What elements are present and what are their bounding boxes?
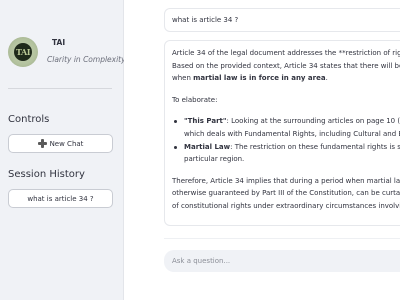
sidebar: TAI TAI Clarity in Complexity Controls N… <box>0 0 126 300</box>
list-item: "This Part": Looking at the surrounding … <box>172 115 400 128</box>
answer-line: Based on the provided context, Article 3… <box>172 61 400 70</box>
session-history-heading: Session History <box>8 169 85 180</box>
chat-divider <box>164 238 400 239</box>
brand: TAI TAI Clarity in Complexity <box>8 37 126 69</box>
new-chat-button[interactable]: New Chat <box>8 134 113 153</box>
list-item: Martial Law: The restriction on these fu… <box>172 141 400 154</box>
assistant-message: Article 34 of the legal document address… <box>164 40 400 226</box>
logo-mark: TAI <box>14 43 32 61</box>
brand-tagline: Clarity in Complexity <box>47 55 126 64</box>
plus-icon <box>37 139 47 148</box>
history-item[interactable]: what is article 34 ? <box>8 189 113 208</box>
answer-line: when martial law is in force in any area… <box>172 74 328 83</box>
sidebar-divider <box>8 88 112 89</box>
answer-line: of constitutional rights under extraordi… <box>172 201 400 210</box>
controls-heading: Controls <box>8 114 50 125</box>
chat-input[interactable]: Ask a question... <box>164 250 400 272</box>
answer-line: To elaborate: <box>172 95 218 104</box>
answer-bullet-list: "This Part": Looking at the surrounding … <box>172 115 400 165</box>
list-item-continuation: which deals with Fundamental Rights, inc… <box>184 129 400 138</box>
app-window: TAI TAI Clarity in Complexity Controls N… <box>0 0 400 300</box>
answer-line: otherwise guaranteed by Part III of the … <box>172 189 400 198</box>
brand-name: TAI <box>52 38 66 47</box>
user-message: what is article 34 ? <box>164 8 400 32</box>
new-chat-label: New Chat <box>49 139 84 148</box>
logo: TAI <box>8 37 38 67</box>
answer-line: Therefore, Article 34 implies that durin… <box>172 176 400 185</box>
answer-line: Article 34 of the legal document address… <box>172 49 400 57</box>
chat-area: what is article 34 ? Article 34 of the l… <box>124 0 400 300</box>
list-item-continuation: particular region. <box>184 155 245 164</box>
